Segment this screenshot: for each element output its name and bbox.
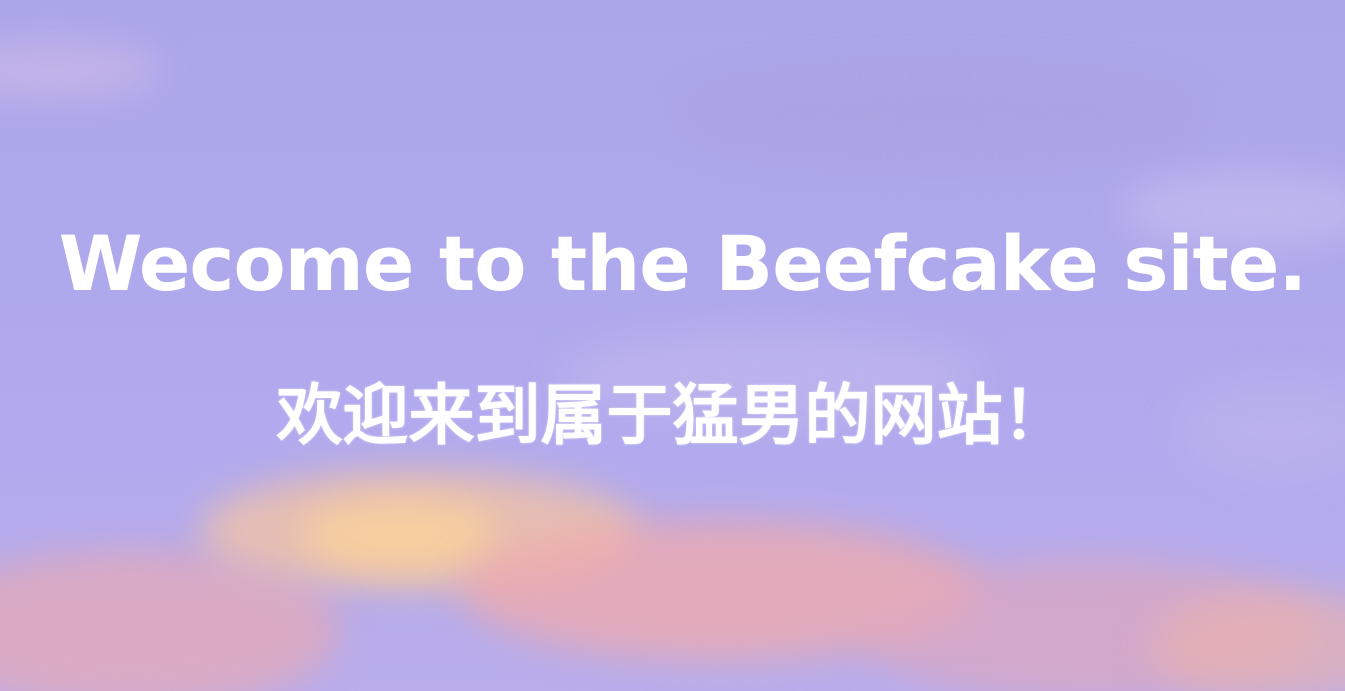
cloud	[680, 70, 1200, 160]
welcome-heading-english: Wecome to the Beefcake site.	[58, 219, 1308, 308]
cloud	[300, 500, 500, 570]
welcome-heading-chinese: 欢迎来到属于猛男的网站！	[276, 377, 1069, 454]
hero-background: Wecome to the Beefcake site. 欢迎来到属于猛男的网站…	[0, 0, 1345, 691]
cloud	[0, 40, 160, 100]
